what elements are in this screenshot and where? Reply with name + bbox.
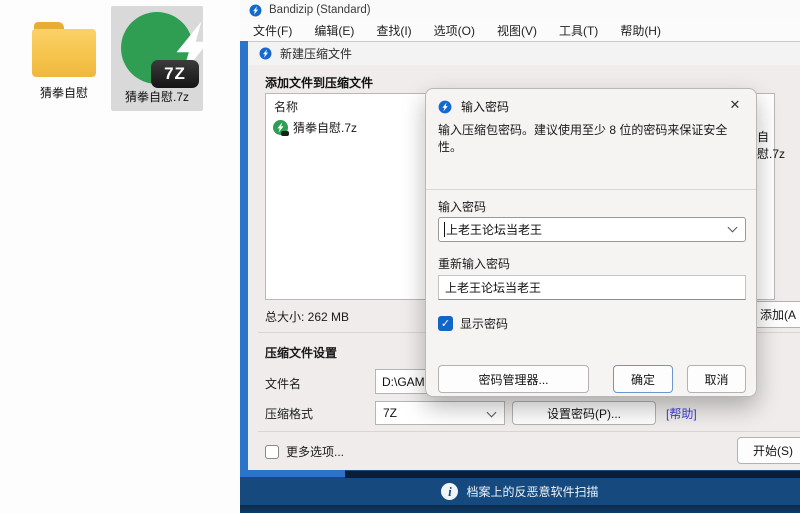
more-options-checkbox[interactable]: 更多选项... — [265, 443, 344, 460]
desktop-icon-label: 猜拳自慰 — [16, 84, 112, 101]
menu-bar: 文件(F) 编辑(E) 查找(I) 选项(O) 视图(V) 工具(T) 帮助(H… — [240, 20, 800, 41]
divider — [258, 431, 800, 432]
window-accent-frame — [240, 41, 248, 477]
menu-tools[interactable]: 工具(T) — [548, 20, 609, 41]
checkbox-unchecked-icon[interactable] — [265, 445, 279, 459]
format-select[interactable]: 7Z — [375, 401, 505, 425]
ok-button[interactable]: 确定 — [613, 365, 673, 393]
help-link[interactable]: [帮助] — [666, 405, 697, 422]
total-size-label: 总大小: 262 MB — [265, 308, 349, 325]
statusbar[interactable]: i 档案上的反恶意软件扫描 — [240, 478, 800, 505]
desktop-icon-label: 猜拳自慰.7z — [111, 88, 203, 105]
7z-file-icon — [273, 120, 288, 135]
checkbox-checked-icon[interactable]: ✓ — [438, 316, 453, 331]
bandizip-app-icon — [249, 4, 262, 17]
menu-file[interactable]: 文件(F) — [242, 20, 303, 41]
menu-help[interactable]: 帮助(H) — [609, 20, 672, 41]
menu-view[interactable]: 视图(V) — [486, 20, 548, 41]
enter-password-dialog: 输入密码 ✕ 输入压缩包密码。建议使用至少 8 位的密码来保证安全性。 输入密码… — [425, 88, 757, 397]
filename-label: 文件名 — [265, 375, 301, 392]
window-bottom-edge — [240, 505, 800, 513]
format-value: 7Z — [383, 406, 397, 420]
more-options-label: 更多选项... — [286, 443, 344, 460]
folder-icon — [32, 22, 96, 78]
password-label: 输入密码 — [438, 198, 486, 215]
chevron-down-icon — [487, 408, 497, 418]
cancel-button[interactable]: 取消 — [687, 365, 746, 393]
format-label: 压缩格式 — [265, 405, 313, 422]
bandizip-app-icon — [438, 100, 452, 114]
folder-icon-body — [32, 29, 96, 77]
7z-badge: 7Z — [151, 60, 199, 88]
info-icon: i — [441, 483, 458, 500]
menu-edit[interactable]: 编辑(E) — [303, 20, 365, 41]
confirm-password-input[interactable] — [438, 275, 746, 300]
list-item-label: 猜拳自慰.7z — [293, 119, 357, 136]
section-archive-settings: 压缩文件设置 — [265, 344, 337, 361]
window-titlebar[interactable]: Bandizip (Standard) — [240, 0, 800, 20]
password-value: 上老王论坛当老王 — [446, 221, 542, 238]
close-icon[interactable]: ✕ — [724, 95, 746, 115]
new-archive-header: 新建压缩文件 — [248, 41, 800, 65]
dialog-titlebar: 输入密码 — [438, 98, 509, 115]
password-combobox[interactable]: 上老王论坛当老王 — [438, 217, 746, 242]
dark-strip — [345, 471, 800, 478]
dialog-title: 输入密码 — [461, 98, 509, 115]
start-button[interactable]: 开始(S) — [737, 437, 800, 464]
menu-find[interactable]: 查找(I) — [365, 20, 422, 41]
text-cursor — [444, 222, 445, 237]
bandizip-7z-icon: 7Z — [121, 12, 193, 84]
statusbar-text: 档案上的反恶意软件扫描 — [466, 483, 598, 500]
desktop-icon-archive[interactable]: 7Z 猜拳自慰.7z — [111, 6, 203, 111]
chevron-down-icon[interactable] — [728, 223, 738, 233]
show-password-label: 显示密码 — [460, 315, 508, 332]
confirm-password-label: 重新输入密码 — [438, 255, 510, 272]
accent-bar — [240, 470, 345, 477]
bandizip-app-icon — [259, 47, 272, 60]
set-password-button[interactable]: 设置密码(P)... — [512, 401, 656, 425]
bottom-status-zone: i 档案上的反恶意软件扫描 — [240, 470, 800, 513]
desktop-icon-folder[interactable]: 猜拳自慰 — [16, 8, 112, 101]
divider — [426, 189, 756, 190]
clipped-filename-text: 自慰.7z — [757, 128, 785, 162]
password-manager-button[interactable]: 密码管理器... — [438, 365, 589, 393]
window-title: Bandizip (Standard) — [269, 4, 371, 16]
dialog-description: 输入压缩包密码。建议使用至少 8 位的密码来保证安全性。 — [438, 122, 743, 156]
menu-options[interactable]: 选项(O) — [423, 20, 486, 41]
show-password-checkbox[interactable]: ✓ 显示密码 — [438, 315, 508, 332]
section-add-files: 添加文件到压缩文件 — [265, 74, 373, 91]
new-archive-title: 新建压缩文件 — [280, 45, 352, 62]
